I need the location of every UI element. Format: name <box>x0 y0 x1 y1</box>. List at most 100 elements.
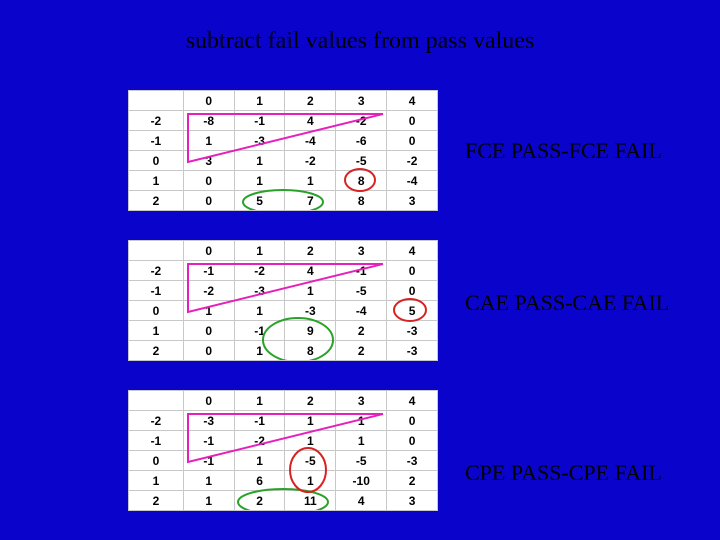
cell: 0 <box>183 91 234 111</box>
cell: -2 <box>336 111 387 131</box>
cell: 1 <box>285 431 336 451</box>
table-row: -2-1-24-10 <box>129 261 438 281</box>
cell: 4 <box>285 111 336 131</box>
cell: 8 <box>336 191 387 211</box>
cell: -1 <box>183 431 234 451</box>
cell: 2 <box>387 471 438 491</box>
table-row: 205783 <box>129 191 438 211</box>
cell: 4 <box>387 391 438 411</box>
cell: 0 <box>129 301 184 321</box>
data-table: 0 1 2 3 4 -2-8-14-20 -11-3-4-60 031-2-5-… <box>128 90 438 211</box>
table-header-row: 0 1 2 3 4 <box>129 91 438 111</box>
cell: 0 <box>387 261 438 281</box>
cell: 9 <box>285 321 336 341</box>
cell: 1 <box>234 171 285 191</box>
cell: -1 <box>234 111 285 131</box>
cell: -1 <box>129 281 184 301</box>
cell: -4 <box>336 301 387 321</box>
cell: 1 <box>129 471 184 491</box>
cell: -4 <box>387 171 438 191</box>
cell: 0 <box>183 341 234 361</box>
cell <box>129 391 184 411</box>
cell: -8 <box>183 111 234 131</box>
cell: -5 <box>336 281 387 301</box>
cell: 1 <box>336 411 387 431</box>
cell: -3 <box>285 301 336 321</box>
cell: 2 <box>129 341 184 361</box>
table-row: 2121143 <box>129 491 438 511</box>
cell: 2 <box>285 391 336 411</box>
cell: -2 <box>129 261 184 281</box>
cell: 2 <box>129 191 184 211</box>
cell: 1 <box>234 391 285 411</box>
cell: -2 <box>183 281 234 301</box>
page-title: subtract fail values from pass values <box>0 28 720 55</box>
table-header-row: 0 1 2 3 4 <box>129 391 438 411</box>
cell: 0 <box>183 171 234 191</box>
cell: 1 <box>183 131 234 151</box>
data-table: 0 1 2 3 4 -2-1-24-10 -1-2-31-50 011-3-45… <box>128 240 438 361</box>
cell: 1 <box>129 171 184 191</box>
cell: 1 <box>183 471 234 491</box>
cell: 8 <box>285 341 336 361</box>
cell: 5 <box>387 301 438 321</box>
cell: 3 <box>336 391 387 411</box>
cell: 0 <box>129 151 184 171</box>
cell: -3 <box>387 341 438 361</box>
cell: 1 <box>285 281 336 301</box>
cell: -10 <box>336 471 387 491</box>
cell <box>129 241 184 261</box>
cell: 3 <box>336 91 387 111</box>
cell: -2 <box>129 111 184 131</box>
cell: -2 <box>234 431 285 451</box>
cell: 1 <box>234 91 285 111</box>
cell: 3 <box>387 491 438 511</box>
cell: 0 <box>387 131 438 151</box>
cell: 6 <box>234 471 285 491</box>
cell: -2 <box>285 151 336 171</box>
cell: -3 <box>234 131 285 151</box>
cell: -1 <box>129 431 184 451</box>
cell: -3 <box>387 321 438 341</box>
table-label-cae: CAE PASS-CAE FAIL <box>465 290 669 316</box>
cell: 0 <box>129 451 184 471</box>
cell: 1 <box>234 341 285 361</box>
cell: 8 <box>336 171 387 191</box>
cell: -1 <box>234 321 285 341</box>
cell: 0 <box>387 111 438 131</box>
cell: 1 <box>234 241 285 261</box>
cell: 1 <box>234 451 285 471</box>
cell: 4 <box>387 91 438 111</box>
cell: 0 <box>183 321 234 341</box>
cell: 1 <box>129 321 184 341</box>
cell: -1 <box>183 261 234 281</box>
cell: 1 <box>234 301 285 321</box>
cell: -3 <box>183 411 234 431</box>
table-row: 10118-4 <box>129 171 438 191</box>
cell: 2 <box>336 321 387 341</box>
cell: 0 <box>183 191 234 211</box>
cell: -6 <box>336 131 387 151</box>
cell: 2 <box>285 241 336 261</box>
cell: 0 <box>387 431 438 451</box>
cell: -1 <box>234 411 285 431</box>
cell: 7 <box>285 191 336 211</box>
cell: 0 <box>183 391 234 411</box>
table-cae: 0 1 2 3 4 -2-1-24-10 -1-2-31-50 011-3-45… <box>128 240 438 360</box>
cell: 1 <box>285 411 336 431</box>
cell: 3 <box>336 241 387 261</box>
cell: 11 <box>285 491 336 511</box>
table-row: -1-1-2110 <box>129 431 438 451</box>
cell: -4 <box>285 131 336 151</box>
table-row: -1-2-31-50 <box>129 281 438 301</box>
cell: -3 <box>234 281 285 301</box>
table-label-fce: FCE PASS-FCE FAIL <box>465 138 662 164</box>
cell: 0 <box>183 241 234 261</box>
cell: 0 <box>387 411 438 431</box>
cell: -5 <box>285 451 336 471</box>
cell: 1 <box>285 471 336 491</box>
cell: -2 <box>234 261 285 281</box>
cell: -5 <box>336 451 387 471</box>
cell: 4 <box>387 241 438 261</box>
cell: 0 <box>387 281 438 301</box>
